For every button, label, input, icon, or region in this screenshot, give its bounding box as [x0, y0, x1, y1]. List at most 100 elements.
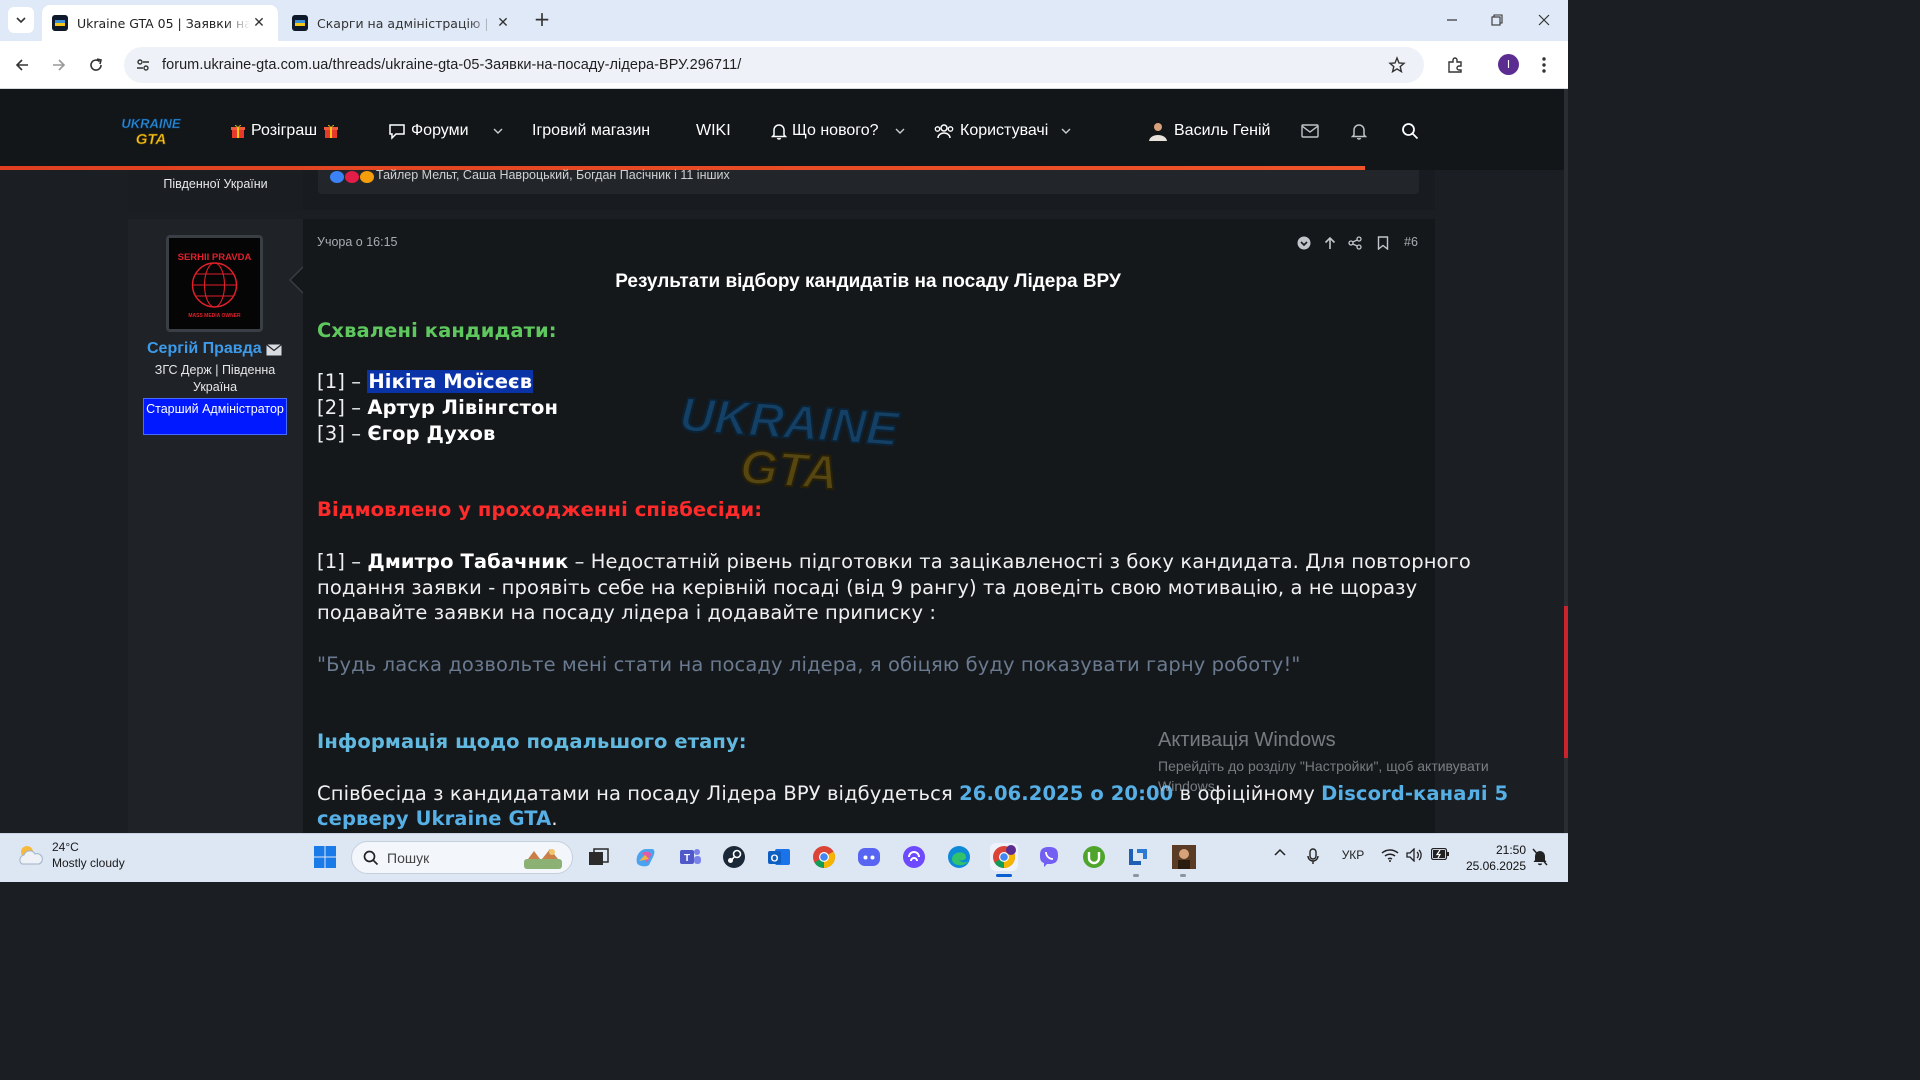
- tab-search-button[interactable]: [8, 7, 34, 33]
- site-info-icon[interactable]: [126, 57, 160, 73]
- alerts-button[interactable]: [1348, 120, 1370, 142]
- teams-app[interactable]: T: [676, 843, 704, 871]
- copilot-app[interactable]: [631, 843, 659, 871]
- battery-charging-icon: [1431, 848, 1449, 860]
- site-search-button[interactable]: [1399, 120, 1421, 142]
- close-window-button[interactable]: [1529, 8, 1559, 32]
- wifi-button[interactable]: [1381, 848, 1399, 862]
- bookmark-button[interactable]: [1375, 235, 1391, 251]
- tab-ukraine-gta-applications[interactable]: Ukraine GTA 05 | Заявки на пос ✕: [42, 5, 278, 41]
- chrome-profile-app[interactable]: [990, 843, 1018, 871]
- share-button[interactable]: [1347, 235, 1363, 251]
- post-number[interactable]: #6: [1404, 235, 1418, 249]
- candidate-index: [2] –: [317, 396, 362, 419]
- forward-button[interactable]: [47, 53, 71, 77]
- candidate-name: Єгор Духов: [367, 422, 496, 445]
- tab-complaints[interactable]: Скарги на адміністрацію | UKR ✕: [282, 5, 522, 41]
- nav-wiki[interactable]: WIKI: [696, 120, 731, 142]
- users-icon: [933, 123, 955, 139]
- nav-forums[interactable]: Форуми: [388, 120, 469, 142]
- avatar[interactable]: SERHII PRAVDA MASS MEDIA OWNER: [166, 235, 263, 332]
- chevron-circle-icon: [1297, 236, 1311, 250]
- close-tab-icon[interactable]: ✕: [494, 15, 512, 31]
- chevron-down-icon[interactable]: [1061, 126, 1071, 136]
- envelope-icon[interactable]: [266, 344, 282, 356]
- activation-subtitle: Перейдіть до розділу "Настройки", щоб ак…: [1158, 758, 1489, 794]
- outlook-app[interactable]: O: [765, 843, 793, 871]
- minimize-button[interactable]: [1437, 8, 1467, 32]
- wifi-icon: [1381, 849, 1399, 862]
- nav-giveaway[interactable]: Розіграш: [230, 120, 339, 142]
- reactions-list[interactable]: Тайлер Мельт, Саша Навроцький, Богдан Па…: [376, 168, 730, 182]
- arrow-right-icon: [53, 59, 66, 71]
- bookmark-star-icon[interactable]: [1388, 56, 1406, 78]
- steam-app[interactable]: [720, 843, 748, 871]
- info-text: .: [551, 807, 558, 830]
- viber-app[interactable]: [1035, 843, 1063, 871]
- chevron-down-icon[interactable]: [895, 126, 905, 136]
- new-tab-button[interactable]: +: [530, 8, 554, 32]
- reaction-emojis[interactable]: [330, 171, 374, 183]
- nav-users[interactable]: Користувачі: [933, 120, 1048, 142]
- language-indicator[interactable]: УКР: [1340, 848, 1366, 862]
- info-text: Співбесіда з кандидатами на посаду Лідер…: [317, 782, 960, 805]
- close-tab-icon[interactable]: ✕: [250, 15, 268, 31]
- game-avatar-icon: [1172, 845, 1196, 869]
- inbox-button[interactable]: [1299, 120, 1321, 142]
- kebab-menu-icon: [1542, 57, 1546, 73]
- pinned-game-app[interactable]: [1170, 843, 1198, 871]
- task-view-button[interactable]: [585, 843, 613, 871]
- site-logo[interactable]: UKRAINE GTA: [120, 113, 182, 147]
- candidate-index: [1] –: [317, 370, 362, 393]
- react-button[interactable]: [1296, 235, 1312, 251]
- extensions-button[interactable]: [1443, 53, 1467, 77]
- browser-toolbar: forum.ukraine-gta.com.ua/threads/ukraine…: [0, 41, 1568, 89]
- search-icon: [363, 850, 379, 865]
- haha-reaction-icon: [360, 171, 374, 183]
- search-highlight-icon: [524, 849, 562, 869]
- account-avatar-icon: [1147, 121, 1169, 141]
- candidate-name: Артур Лівінгстон: [367, 396, 559, 419]
- game-launcher-app[interactable]: [1124, 843, 1152, 871]
- microphone-button[interactable]: [1305, 848, 1321, 865]
- discord-app[interactable]: [855, 843, 883, 871]
- nav-whats-new[interactable]: Що нового?: [771, 120, 879, 142]
- edge-icon: [948, 846, 970, 868]
- viber-icon: [1040, 847, 1058, 867]
- discord-channel-link[interactable]: серверу Ukraine GTA: [317, 807, 551, 830]
- scrollbar-thumb[interactable]: [1564, 606, 1568, 758]
- post-author-name[interactable]: Сергій Правда: [147, 340, 262, 358]
- post-date[interactable]: Учора о 16:15: [317, 235, 398, 249]
- previous-post-user-region: Південної України: [163, 177, 268, 191]
- edge-app[interactable]: [945, 843, 973, 871]
- chevron-down-icon[interactable]: [493, 126, 503, 136]
- weather-widget[interactable]: 24°C Mostly cloudy: [16, 839, 125, 871]
- proton-app[interactable]: [900, 843, 928, 871]
- nav-account[interactable]: Василь Геній: [1147, 120, 1270, 142]
- clock-time: 21:50: [1495, 843, 1526, 857]
- taskbar-search[interactable]: Пошук: [351, 841, 573, 874]
- start-button[interactable]: [311, 843, 339, 871]
- chevron-down-icon: [16, 17, 26, 24]
- browser-menu-button[interactable]: [1532, 53, 1556, 77]
- activation-title: Активація Windows: [1158, 729, 1336, 751]
- speech-bubble-icon: [388, 122, 406, 140]
- chrome-app[interactable]: [810, 843, 838, 871]
- steam-icon: [723, 846, 745, 868]
- upvote-button[interactable]: [1322, 235, 1338, 251]
- address-bar[interactable]: forum.ukraine-gta.com.ua/threads/ukraine…: [124, 47, 1424, 83]
- volume-button[interactable]: [1406, 848, 1424, 862]
- nav-shop[interactable]: Ігровий магазин: [532, 120, 650, 142]
- show-hidden-icons-button[interactable]: [1272, 848, 1288, 856]
- battery-button[interactable]: [1431, 848, 1449, 860]
- back-button[interactable]: [10, 53, 34, 77]
- restore-button[interactable]: [1482, 8, 1512, 32]
- system-clock[interactable]: 21:50 25.06.2025: [1460, 842, 1526, 874]
- cloud-sun-icon: [19, 846, 43, 865]
- logo-text-top: UKRAINE: [121, 116, 181, 131]
- reload-button[interactable]: [84, 53, 108, 77]
- bookmark-icon: [1377, 236, 1389, 250]
- profile-avatar[interactable]: I: [1498, 54, 1519, 75]
- utorrent-app[interactable]: [1080, 843, 1108, 871]
- notifications-button[interactable]: [1531, 848, 1549, 866]
